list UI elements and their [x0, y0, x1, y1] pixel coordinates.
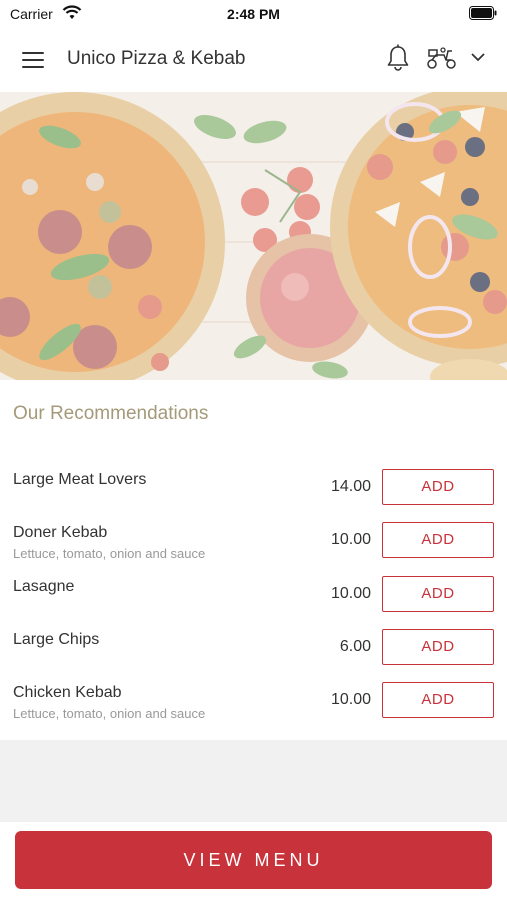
item-name: Doner Kebab	[13, 524, 108, 541]
menu-item-row: Large Meat Lovers 14.00 ADD	[0, 469, 507, 509]
item-description: Lettuce, tomato, onion and sauce	[13, 706, 206, 721]
item-price: 14.00	[330, 478, 371, 495]
app-title: Unico Pizza & Kebab	[67, 48, 246, 69]
item-price: 6.00	[339, 638, 371, 655]
content-spacer	[0, 740, 507, 822]
battery-icon	[469, 6, 497, 25]
status-time: 2:48 PM	[227, 6, 280, 22]
item-name: Large Chips	[13, 631, 100, 648]
item-price: 10.00	[330, 691, 371, 708]
add-button[interactable]: ADD	[382, 576, 494, 612]
recommendations-title: Our Recommendations	[13, 403, 209, 424]
add-button[interactable]: ADD	[382, 522, 494, 558]
bell-icon[interactable]	[386, 44, 410, 77]
chevron-down-icon[interactable]	[470, 50, 486, 68]
item-name: Lasagne	[13, 578, 75, 595]
menu-item-row: Chicken Kebab Lettuce, tomato, onion and…	[0, 682, 507, 722]
add-button[interactable]: ADD	[382, 469, 494, 505]
add-button[interactable]: ADD	[382, 629, 494, 665]
menu-item-row: Large Chips 6.00 ADD	[0, 629, 507, 669]
item-price: 10.00	[330, 585, 371, 602]
hero-food-image	[0, 92, 507, 380]
status-bar: Carrier 2:48 PM	[0, 0, 507, 28]
menu-item-row: Lasagne 10.00 ADD	[0, 576, 507, 616]
item-description: Lettuce, tomato, onion and sauce	[13, 546, 206, 561]
menu-item-row: Doner Kebab Lettuce, tomato, onion and s…	[0, 522, 507, 562]
app-header: Unico Pizza & Kebab	[0, 28, 507, 92]
item-name: Chicken Kebab	[13, 684, 122, 701]
footer-bar: VIEW MENU	[0, 822, 507, 900]
item-price: 10.00	[330, 531, 371, 548]
add-button[interactable]: ADD	[382, 682, 494, 718]
menu-icon[interactable]	[22, 49, 46, 71]
scooter-icon[interactable]	[426, 46, 458, 75]
view-menu-button[interactable]: VIEW MENU	[15, 831, 492, 889]
item-name: Large Meat Lovers	[13, 471, 147, 488]
